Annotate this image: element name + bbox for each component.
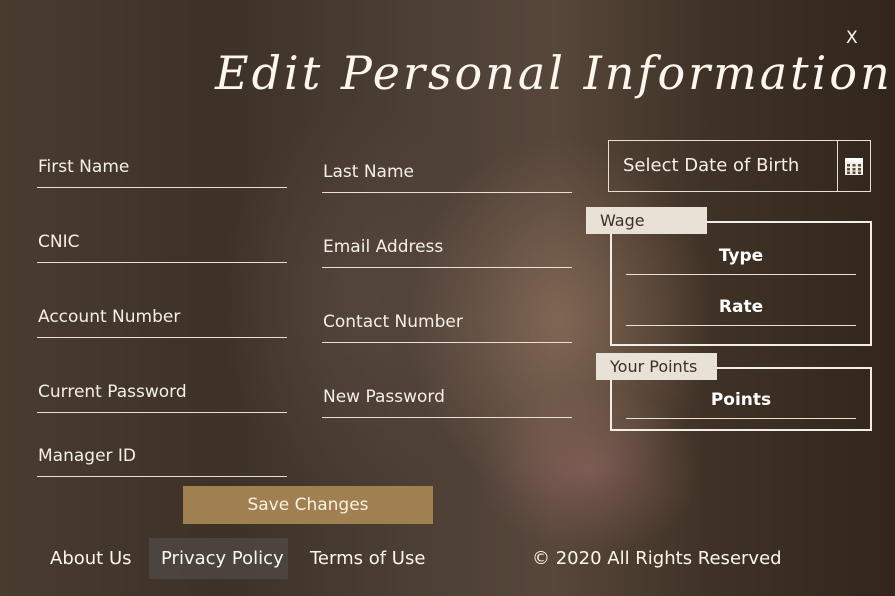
account-number-field[interactable]: Account Number <box>37 298 287 338</box>
calendar-icon <box>845 158 863 175</box>
email-address-field[interactable]: Email Address <box>322 228 572 268</box>
points-field[interactable]: Points <box>626 379 856 419</box>
date-of-birth-picker[interactable]: Select Date of Birth <box>608 140 871 192</box>
points-panel-tab: Your Points <box>596 353 717 380</box>
first-name-field[interactable]: First Name <box>37 148 287 188</box>
calendar-button[interactable] <box>837 141 870 191</box>
last-name-label: Last Name <box>323 162 414 182</box>
first-name-label: First Name <box>38 157 130 177</box>
terms-of-use-link[interactable]: Terms of Use <box>298 538 437 579</box>
cnic-label: CNIC <box>38 232 80 252</box>
points-label: Points <box>710 390 772 410</box>
wage-type-field[interactable]: Type <box>626 235 856 275</box>
current-password-field[interactable]: Current Password <box>37 373 287 413</box>
contact-number-label: Contact Number <box>323 312 463 332</box>
last-name-field[interactable]: Last Name <box>322 153 572 193</box>
copyright-text: © 2020 All Rights Reserved <box>532 548 782 569</box>
wage-rate-field[interactable]: Rate <box>626 286 856 326</box>
new-password-field[interactable]: New Password <box>322 378 572 418</box>
cnic-field[interactable]: CNIC <box>37 223 287 263</box>
new-password-label: New Password <box>323 387 445 407</box>
email-address-label: Email Address <box>323 237 444 257</box>
about-us-link[interactable]: About Us <box>38 538 144 579</box>
wage-panel-tab: Wage <box>586 207 707 234</box>
current-password-label: Current Password <box>38 382 187 402</box>
date-of-birth-label: Select Date of Birth <box>623 155 800 176</box>
wage-rate-label: Rate <box>718 297 764 317</box>
manager-id-field[interactable]: Manager ID <box>37 437 287 477</box>
page-title: Edit Personal Information <box>215 46 893 100</box>
close-button[interactable]: X <box>846 28 858 48</box>
contact-number-field[interactable]: Contact Number <box>322 303 572 343</box>
manager-id-label: Manager ID <box>38 446 137 466</box>
wage-panel: Type Rate <box>610 221 872 346</box>
privacy-policy-link[interactable]: Privacy Policy <box>149 538 288 579</box>
wage-type-label: Type <box>718 246 764 266</box>
account-number-label: Account Number <box>38 307 181 327</box>
save-changes-button[interactable]: Save Changes <box>183 486 433 524</box>
